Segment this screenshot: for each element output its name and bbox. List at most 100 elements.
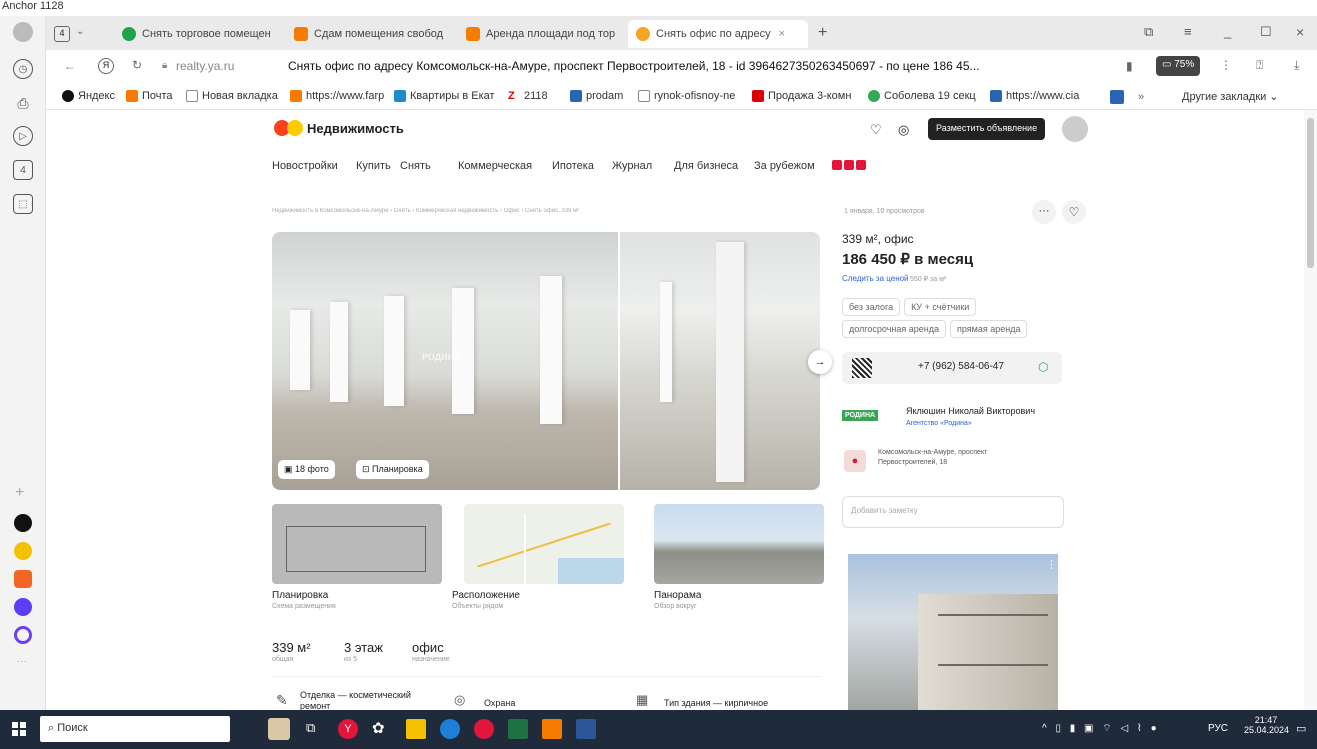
tab-4-active[interactable]: Снять офис по адресу × <box>628 20 808 48</box>
floor-plan-button[interactable]: ⊡ Планировка <box>356 460 429 479</box>
page-title-url[interactable]: Снять офис по адресу Комсомольск-на-Амур… <box>288 59 1118 73</box>
tab-2[interactable]: Сдам помещения свобод <box>294 22 454 46</box>
history-icon[interactable]: ◷ <box>13 59 33 79</box>
note-input[interactable]: Добавить заметку <box>842 496 1064 528</box>
bookmark-item[interactable]: prodam <box>570 90 623 102</box>
thumb-title[interactable]: Панорама <box>654 590 701 601</box>
nav-abroad[interactable]: За рубежом <box>754 160 815 172</box>
next-photo-arrow-icon[interactable]: → <box>808 350 832 374</box>
app-icon[interactable]: ✿ <box>372 719 385 737</box>
profile-icon[interactable] <box>13 22 33 42</box>
nav-snyat[interactable]: Снять <box>400 160 431 172</box>
bookmark-item[interactable]: https://www.cia <box>990 90 1079 102</box>
tab-3[interactable]: Аренда площади под тор <box>466 22 626 46</box>
clock[interactable]: 21:47 25.04.2024 <box>1244 715 1289 735</box>
follow-price-link[interactable]: Следить за ценой <box>842 274 909 283</box>
tab-manager-icon[interactable]: ⧉ <box>1144 24 1153 40</box>
bookmark-item[interactable]: rynok-ofisnoy-ne <box>638 90 735 102</box>
yandex-browser-icon[interactable]: Y <box>338 719 358 739</box>
maximize-icon[interactable]: ☐ <box>1260 24 1272 40</box>
collections-icon[interactable]: ⎙ <box>13 93 33 113</box>
bookmark-icon[interactable]: ▮ <box>1126 59 1133 73</box>
agency-link[interactable]: Агентство «Родина» <box>906 420 972 427</box>
messages-icon[interactable]: ◎ <box>898 122 909 138</box>
other-bookmarks[interactable]: Другие закладки ⌄ <box>1182 90 1279 104</box>
thumb-title[interactable]: Расположение <box>452 590 520 601</box>
taskbar-app-widget[interactable] <box>268 718 290 740</box>
more-vert-icon[interactable]: ⋮ <box>1220 58 1232 72</box>
post-ad-button[interactable]: Разместить объявление <box>928 118 1046 140</box>
thumb-panorama[interactable] <box>654 504 824 584</box>
task-view-icon[interactable]: ⧉ <box>306 720 315 736</box>
more-options-icon[interactable]: ··· <box>1032 200 1056 224</box>
minimize-icon[interactable]: _ <box>1224 24 1231 39</box>
nav-mortgage[interactable]: Ипотека <box>552 160 594 172</box>
phone-number[interactable]: +7 (962) 584-06-47 <box>918 361 1004 372</box>
bookmark-item[interactable]: Почта <box>126 90 173 102</box>
yandex-icon[interactable] <box>474 719 494 739</box>
ad-banner[interactable]: ⋮ <box>848 554 1058 710</box>
ad-menu-icon[interactable]: ⋮ <box>1046 558 1057 571</box>
edge-icon[interactable] <box>440 719 460 739</box>
windows-start-icon[interactable] <box>12 722 26 736</box>
thumb-title[interactable]: Планировка <box>272 590 328 601</box>
tabs-counter-icon[interactable]: 4 <box>13 160 33 180</box>
language-indicator[interactable]: РУС <box>1208 723 1228 734</box>
photos-button[interactable]: ▣ 18 фото <box>278 460 335 479</box>
downloads-icon[interactable]: ⬚ <box>13 194 33 214</box>
bookmark-app-icon[interactable]: » <box>1110 90 1144 104</box>
bookmark-item[interactable]: Соболева 19 секц <box>868 90 976 102</box>
promo-badge[interactable] <box>832 160 866 170</box>
agency-logo[interactable]: РОДИНА <box>842 410 879 421</box>
nav-novostroyki[interactable]: Новостройки <box>272 160 338 172</box>
app-icon-1[interactable] <box>14 514 32 532</box>
bookmark-item[interactable]: https://www.farp <box>290 90 384 102</box>
bookmark-item[interactable]: Z 2118 <box>508 90 548 102</box>
site-logo[interactable]: Недвижимость <box>274 120 404 136</box>
word-icon[interactable] <box>576 719 596 739</box>
download-icon[interactable]: ⤓ <box>1294 58 1299 73</box>
notifications-icon[interactable]: ▭ <box>1296 722 1306 735</box>
tray-icons[interactable]: ^ ▯ ▮ ▣ ⌔ ◁ ⌇ ● <box>1042 722 1160 735</box>
avatar[interactable] <box>1062 116 1088 142</box>
tab-1[interactable]: Снять торговое помещен <box>122 22 282 46</box>
taskbar-search[interactable]: ⌕ Поиск <box>40 716 230 742</box>
breadcrumb[interactable]: Недвижимость в Комсомольске-на-Амуре › С… <box>272 208 792 214</box>
close-tab-icon[interactable]: × <box>779 28 785 40</box>
chevron-down-icon[interactable]: ⌄ <box>76 26 84 37</box>
bookmark-item[interactable]: Яндекс <box>62 90 115 102</box>
agent-name[interactable]: Яклюшин Николай Викторович <box>906 406 1035 416</box>
more-icon[interactable]: ··· <box>17 656 27 667</box>
bookmark-item[interactable]: Продажа 3-комн <box>752 90 851 102</box>
favorites-heart-icon[interactable]: ♡ <box>870 122 882 138</box>
app-icon-3[interactable] <box>14 570 32 588</box>
menu-icon[interactable]: ≡ <box>1184 24 1192 39</box>
yandex-icon[interactable]: Я <box>98 58 114 74</box>
bookmark-item[interactable]: Квартиры в Екат <box>394 90 495 102</box>
bookmark-item[interactable]: Новая вкладка <box>186 90 278 102</box>
phone-box[interactable]: +7 (962) 584-06-47 ⬡ <box>842 352 1062 384</box>
nav-commercial[interactable]: Коммерческая <box>458 160 532 172</box>
app-icon-2[interactable] <box>14 542 32 560</box>
reload-icon[interactable]: ↻ <box>132 58 142 72</box>
offer-address[interactable]: Комсомольск-на-Амуре, проспект Первостро… <box>878 448 1038 468</box>
app-icon-4[interactable] <box>14 598 32 616</box>
file-explorer-icon[interactable] <box>406 719 426 739</box>
nav-journal[interactable]: Журнал <box>612 160 652 172</box>
close-window-icon[interactable]: × <box>1296 24 1304 40</box>
scrollbar[interactable] <box>1304 110 1317 710</box>
back-icon[interactable]: ← <box>64 59 76 73</box>
alice-icon[interactable] <box>14 626 32 644</box>
app-orange-icon[interactable] <box>542 719 562 739</box>
url-domain[interactable]: realty.ya.ru <box>176 59 234 73</box>
main-photo[interactable]: РОДИНА ▣ 18 фото ⊡ Планировка <box>272 232 618 490</box>
favorite-heart-icon[interactable]: ♡ <box>1062 200 1086 224</box>
excel-icon[interactable] <box>508 719 528 739</box>
add-panel-icon[interactable]: + <box>15 484 24 502</box>
nav-business[interactable]: Для бизнеса <box>674 160 738 172</box>
zoom-badge[interactable]: ▭ 75% <box>1156 56 1201 76</box>
thumb-floorplan[interactable] <box>272 504 442 584</box>
second-photo[interactable] <box>620 232 820 490</box>
play-icon[interactable]: ▷ <box>13 126 33 146</box>
extensions-icon[interactable]: ⍰ <box>1256 58 1263 73</box>
